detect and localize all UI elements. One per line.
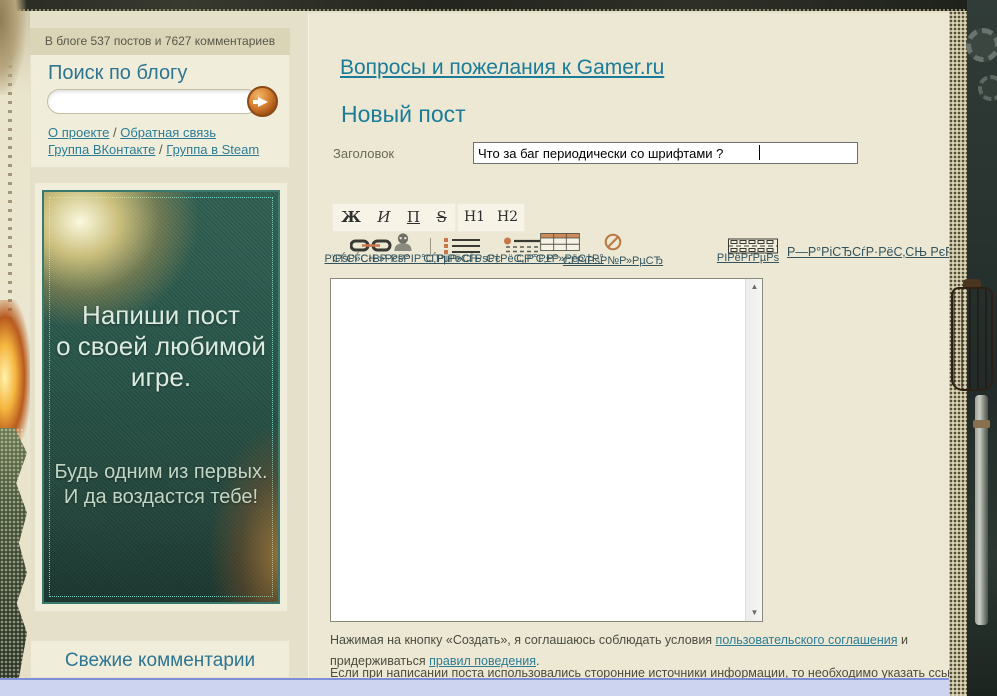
banner-subline-line2: И да воздастся тебе!: [44, 485, 278, 510]
post-title-input[interactable]: [473, 142, 858, 164]
link-vk-group[interactable]: Группа ВКонтакте: [48, 142, 155, 157]
banner-subline-line1: Будь одним из первых.: [44, 460, 278, 485]
bottom-taskbar-edge: [0, 678, 997, 696]
bold-button[interactable]: Ж: [341, 204, 361, 231]
banner-headline: Напиши пост о своей любимой игре.: [44, 300, 278, 393]
link-about[interactable]: О проекте: [48, 125, 109, 140]
sidebar-links: О проекте / Обратная связь Группа ВКонта…: [48, 124, 278, 158]
format-toolbar: Ж И П S: [332, 203, 456, 232]
insert-link-tool[interactable]: СЃСЃС‹Р»РєР°: [350, 236, 392, 254]
scroll-up-icon[interactable]: ▲: [746, 279, 763, 295]
left-foliage-dots: [0, 428, 27, 678]
links-separator: /: [159, 142, 163, 157]
sidebar-links-row2: Группа ВКонтакте / Группа в Steam: [48, 141, 278, 158]
blog-stats: В блоге 537 постов и 7627 комментариев: [30, 28, 290, 55]
h1-button[interactable]: H1: [464, 204, 485, 231]
links-separator: /: [113, 125, 117, 140]
italic-button[interactable]: И: [377, 204, 390, 231]
post-body-input[interactable]: [331, 279, 745, 621]
insert-spoiler-label[interactable]: СЃРїРѕР№Р»РµСЂ: [563, 255, 663, 267]
insert-table-tool[interactable]: С‚Р°Р±Р»РёС†Р°: [538, 233, 582, 251]
link-steam-group[interactable]: Группа в Steam: [166, 142, 259, 157]
banner-fire-glow: [208, 422, 280, 604]
link-feedback[interactable]: Обратная связь: [120, 125, 216, 140]
gear-icon: [966, 28, 997, 62]
banner-headline-line3: игре.: [44, 362, 278, 393]
page-title: Новый пост: [341, 101, 466, 128]
left-torn-corner: [0, 0, 26, 95]
strikethrough-button[interactable]: S: [436, 204, 446, 231]
quote-icon: [504, 236, 540, 254]
promo-banner[interactable]: Напиши пост о своей любимой игре. Будь о…: [42, 190, 280, 604]
chain-link-icon: [350, 236, 392, 254]
pipe-decor: [975, 395, 988, 625]
pipe-band-decor: [973, 420, 990, 428]
bullet-list-icon: [444, 236, 480, 254]
editor-scrollbar[interactable]: ▲ ▼: [745, 279, 762, 621]
post-title-label: Заголовок: [333, 146, 394, 161]
insert-quote-tool[interactable]: С†РёС‚Р°С‚Р°: [504, 236, 540, 254]
agreement-pre: Нажимая на кнопку «Создать», я соглашаюс…: [330, 633, 716, 647]
insert-video-label[interactable]: РІРёРґРµРѕ: [717, 252, 779, 264]
insert-user-tool[interactable]: РїРѕР»СЊР·РѕРІР°С‚РµР»СЊ: [392, 233, 414, 251]
arrow-right-icon-bar: [253, 100, 260, 104]
banner-subline: Будь одним из первых. И да воздастся теб…: [44, 460, 278, 510]
forbidden-icon: [600, 233, 626, 251]
user-agreement-link[interactable]: пользовательского соглашения: [716, 633, 898, 647]
scroll-down-icon[interactable]: ▼: [746, 605, 763, 621]
blog-title-link[interactable]: Вопросы и пожелания к Gamer.ru: [340, 56, 664, 80]
post-body-editor: ▲ ▼: [330, 278, 763, 622]
search-title: Поиск по блогу: [48, 62, 187, 85]
underline-button[interactable]: П: [407, 204, 420, 231]
table-icon: [538, 233, 582, 251]
lantern-decor: [951, 287, 993, 391]
banner-headline-line2: о своей любимой: [44, 331, 278, 362]
user-icon: [392, 233, 414, 251]
sidebar-links-row1: О проекте / Обратная связь: [48, 124, 278, 141]
heading-toolbar: H1 H2: [457, 203, 525, 232]
insert-spoiler-tool[interactable]: СЃРїРѕР№Р»РµСЂ: [600, 233, 626, 251]
search-input[interactable]: [47, 89, 259, 114]
promo-banner-frame: Напиши пост о своей любимой игре. Будь о…: [34, 182, 288, 612]
gear-icon: [978, 75, 997, 101]
top-decor-strip: [0, 0, 997, 11]
fresh-comments-header: Свежие комментарии: [30, 640, 290, 678]
left-fire-texture: [0, 300, 30, 440]
banner-headline-line1: Напиши пост: [44, 300, 278, 331]
h2-button[interactable]: H2: [497, 204, 518, 231]
text-cursor: [759, 145, 760, 160]
insert-list-tool[interactable]: СЃРїРёСЃРѕРє: [444, 236, 480, 254]
search-submit-button[interactable]: [247, 86, 278, 117]
insert-video-tool[interactable]: РІРёРґРµРѕ: [728, 237, 778, 255]
